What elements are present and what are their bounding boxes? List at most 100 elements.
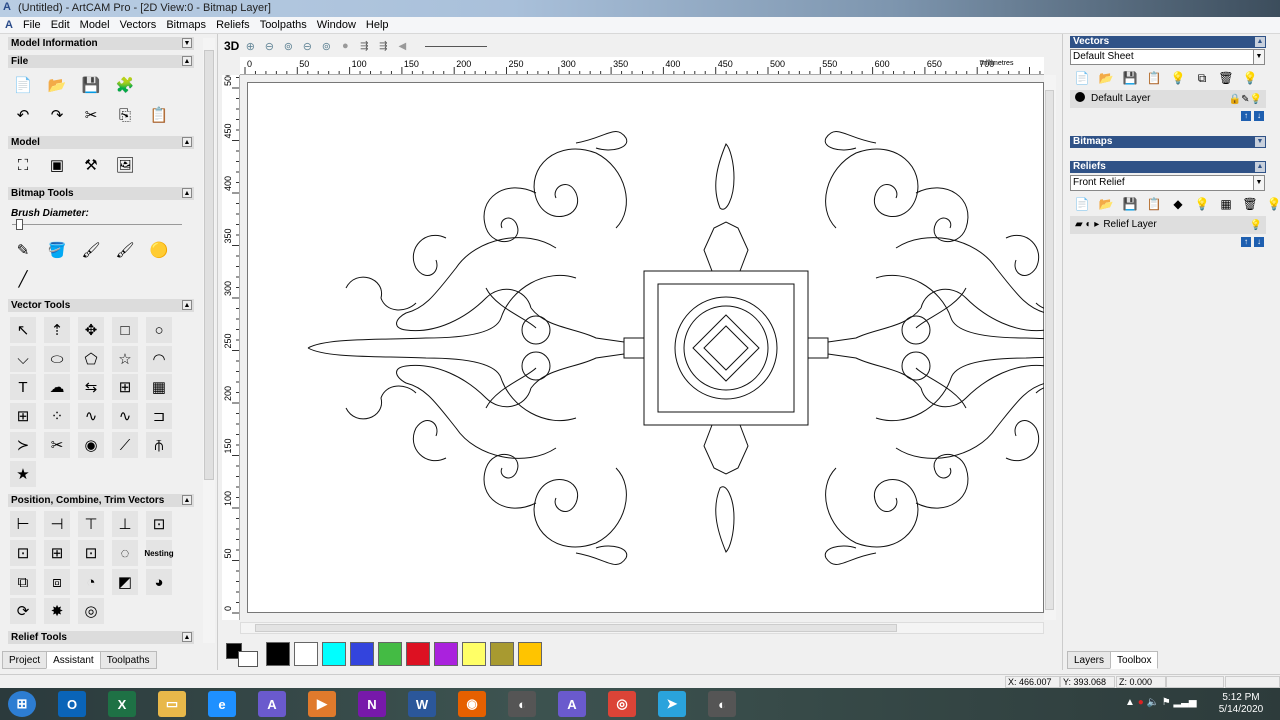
color-swatch[interactable] <box>406 642 430 666</box>
intersect-icon[interactable]: ◩ <box>112 569 138 595</box>
expand-icon[interactable]: ▲ <box>1255 37 1265 47</box>
section-relief-tools[interactable]: Relief Tools ▲ <box>8 631 194 644</box>
align-top-icon[interactable]: ⊤ <box>78 511 104 537</box>
arc-icon[interactable]: ◠ <box>146 346 172 372</box>
menu-model[interactable]: Model <box>75 17 115 34</box>
expand-icon[interactable]: ▲ <box>182 56 192 66</box>
delete-relief-icon[interactable]: 🗑 <box>1240 195 1260 213</box>
app-menu-icon[interactable]: A <box>0 17 18 34</box>
all-bulbs-icon[interactable]: 💡 <box>1264 195 1280 213</box>
expand-icon[interactable]: ▲ <box>182 632 192 642</box>
taskbar-excel-icon[interactable]: X <box>108 691 136 717</box>
pencil-icon[interactable]: ✎ <box>10 237 36 263</box>
join-icon[interactable]: ⟳ <box>10 598 36 624</box>
expand-icon[interactable]: ▲ <box>182 495 192 505</box>
relief-select[interactable]: Front Relief ▼ <box>1070 175 1265 191</box>
image-icon[interactable]: 🖼 <box>112 152 138 178</box>
save-icon[interactable]: 💾 <box>78 72 104 98</box>
lock-pen-bulb-icons[interactable]: 🔒✎💡 <box>1229 91 1262 109</box>
copy-icon[interactable]: ⎘ <box>112 102 138 128</box>
taskbar-app-icon[interactable]: ◐ <box>708 691 736 717</box>
align-center-icon[interactable]: ⊡ <box>146 511 172 537</box>
menu-window[interactable]: Window <box>312 17 361 34</box>
star-create-icon[interactable]: ★ <box>10 461 36 487</box>
move-up-icon[interactable]: ↑ <box>1241 237 1251 247</box>
taskbar-word-icon[interactable]: W <box>408 691 436 717</box>
clock[interactable]: 5:12 PM 5/14/2020 <box>1212 692 1270 716</box>
left-panel-scrollbar[interactable] <box>203 38 215 643</box>
color-swatch[interactable] <box>378 642 402 666</box>
collapse-icon[interactable]: ▼ <box>1255 137 1265 147</box>
all-bulbs-icon[interactable]: 💡 <box>1240 69 1260 87</box>
section-model[interactable]: Model ▲ <box>8 136 194 149</box>
zoom-out-icon[interactable]: ⊖ <box>261 38 277 54</box>
section-bitmap-tools[interactable]: Bitmap Tools ▲ <box>8 187 194 200</box>
save-relief-icon[interactable]: 💾 <box>1120 195 1140 213</box>
tab-layers[interactable]: Layers <box>1067 651 1112 669</box>
color-swatch[interactable] <box>518 642 542 666</box>
move-down-icon[interactable]: ↓ <box>1254 111 1264 121</box>
circle-icon[interactable]: ○ <box>146 317 172 343</box>
dimension-icon[interactable]: ⇆ <box>78 374 104 400</box>
color-icon[interactable]: 🟡 <box>146 237 172 263</box>
zoom-fit-icon[interactable]: ⊚ <box>318 38 334 54</box>
color-swatch[interactable] <box>350 642 374 666</box>
text-icon[interactable]: T <box>10 374 36 400</box>
taskbar-outlook-icon[interactable]: O <box>58 691 86 717</box>
menu-reliefs[interactable]: Reliefs <box>211 17 255 34</box>
zoom-box-icon[interactable]: ⊚ <box>280 38 296 54</box>
reliefs-header[interactable]: Reliefs ▲ <box>1070 161 1266 173</box>
nodes-icon[interactable]: ⁘ <box>44 403 70 429</box>
wave-icon[interactable]: ∿ <box>78 403 104 429</box>
ellipse-icon[interactable]: ⬭ <box>44 346 70 372</box>
cut-icon[interactable]: ✂ <box>78 102 104 128</box>
zoom-in-icon[interactable]: ⊕ <box>242 38 258 54</box>
taskbar-file-explorer-icon[interactable]: ▭ <box>158 691 186 717</box>
back-icon[interactable]: ◀ <box>394 38 410 54</box>
paste-layer-icon[interactable]: 📋 <box>1144 69 1164 87</box>
color-swatch[interactable] <box>294 642 318 666</box>
layer-settings-icon[interactable]: ⧉ <box>1192 69 1212 87</box>
fillet-icon[interactable]: ≻ <box>10 432 36 458</box>
sheet-select[interactable]: Default Sheet ▼ <box>1070 49 1265 65</box>
dot-circle-icon[interactable]: ◌ <box>112 540 138 566</box>
taskbar-internet-explorer-icon[interactable]: e <box>208 691 236 717</box>
open-relief-icon[interactable]: 📂 <box>1096 195 1116 213</box>
section-vector-tools[interactable]: Vector Tools ▲ <box>8 299 194 312</box>
rectangle-icon[interactable]: □ <box>112 317 138 343</box>
smooth-icon[interactable]: ∿ <box>112 403 138 429</box>
scrollbar-thumb[interactable] <box>255 624 897 632</box>
nesting-icon[interactable]: Nesting <box>144 540 174 566</box>
menu-bitmaps[interactable]: Bitmaps <box>161 17 211 34</box>
paste-relief-icon[interactable]: 📋 <box>1144 195 1164 213</box>
align-v-center-icon[interactable]: ⊡ <box>10 540 36 566</box>
align-bottom-icon[interactable]: ⊥ <box>112 511 138 537</box>
line-icon[interactable]: ╱ <box>10 266 36 292</box>
snap-icon[interactable]: ⇶ <box>356 38 372 54</box>
move-down-icon[interactable]: ↓ <box>1254 237 1264 247</box>
chevron-down-icon[interactable]: ▼ <box>1253 175 1265 191</box>
drawing-canvas[interactable] <box>247 82 1145 613</box>
select-icon[interactable]: ↖ <box>10 317 36 343</box>
paste-icon[interactable]: 📋 <box>146 102 172 128</box>
background-color[interactable] <box>238 651 258 667</box>
delete-layer-icon[interactable]: 🗑 <box>1216 69 1236 87</box>
menu-vectors[interactable]: Vectors <box>115 17 162 34</box>
taskbar-artcam-icon[interactable]: A <box>258 691 286 717</box>
bulb-icon[interactable]: 💡 <box>1250 217 1262 235</box>
color-swatch[interactable] <box>462 642 486 666</box>
new-layer-icon[interactable]: 📄 <box>1072 69 1092 87</box>
merge-icon[interactable]: ⧈ <box>44 569 70 595</box>
wrap-icon[interactable]: ◉ <box>78 432 104 458</box>
align-left-icon[interactable]: ⊢ <box>10 511 36 537</box>
taskbar-chrome-icon[interactable]: ◎ <box>608 691 636 717</box>
menu-edit[interactable]: Edit <box>46 17 75 34</box>
collapse-icon[interactable]: ▼ <box>182 38 192 48</box>
expand-icon[interactable]: ▲ <box>1255 162 1265 172</box>
expand-icon[interactable]: ▲ <box>182 137 192 147</box>
vectors-header[interactable]: Vectors ▲ <box>1070 36 1266 48</box>
bake-icon[interactable]: ▦ <box>1216 195 1236 213</box>
3d-view-button[interactable]: 3D <box>224 39 239 53</box>
taskbar-onenote-icon[interactable]: N <box>358 691 386 717</box>
bulb-icon[interactable]: 💡 <box>1192 195 1212 213</box>
